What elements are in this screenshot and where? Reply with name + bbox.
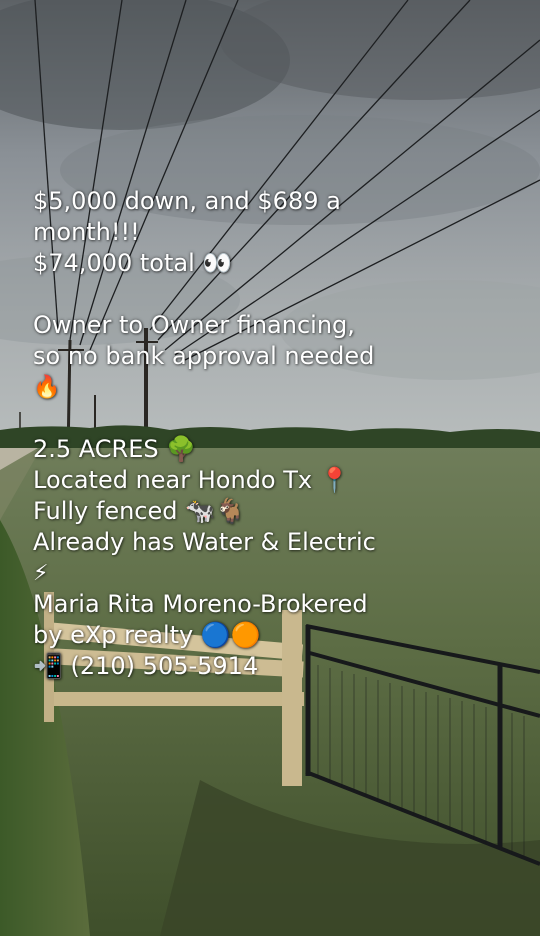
- caption-price-line: $5,000 down, and $689 a: [33, 187, 341, 215]
- lightning-icon: ⚡: [33, 561, 49, 586]
- caption-phone-line[interactable]: 📲 (210) 505-5914: [33, 651, 513, 682]
- caption-total-line: $74,000 total 👀: [33, 249, 233, 277]
- caption-location-line: Located near Hondo Tx 📍: [33, 466, 350, 494]
- caption-financing-line: Owner to Owner financing,: [33, 311, 355, 339]
- caption-broker-line: Maria Rita Moreno-Brokered: [33, 590, 368, 618]
- caption-financing-line-cont: so no bank approval needed: [33, 342, 375, 370]
- caption-brokerage-line: by eXp realty 🔵🟠: [33, 621, 261, 649]
- caption-price-line-cont: month!!!: [33, 218, 140, 246]
- caption-acreage-line: 2.5 ACRES 🌳: [33, 435, 197, 463]
- fire-icon: 🔥: [33, 375, 61, 400]
- caption-utilities-line: Already has Water & Electric: [33, 528, 376, 556]
- listing-caption: $5,000 down, and $689 a month!!! $74,000…: [33, 186, 513, 682]
- caption-fenced-line: Fully fenced 🐄🐐: [33, 497, 245, 525]
